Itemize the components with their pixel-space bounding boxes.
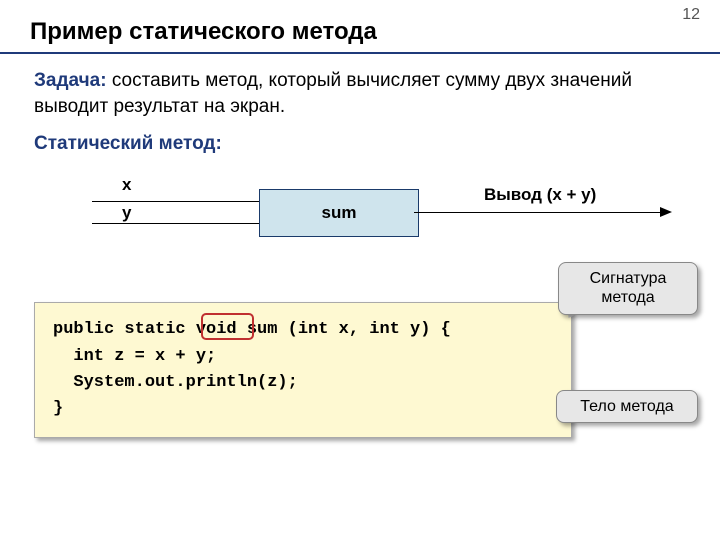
task-label: Задача: (34, 70, 107, 91)
page-title: Пример статического метода (0, 0, 720, 54)
callout-signature: Сигнатура метода (558, 262, 698, 314)
arrow-line-x (92, 201, 267, 202)
callout-body: Тело метода (556, 390, 698, 423)
input-label-x: x (122, 175, 131, 195)
static-method-label: Статический метод: (34, 133, 690, 155)
task-text: составить метод, который вычисляет сумму… (34, 70, 632, 117)
arrow-line-out (414, 212, 662, 213)
page-number: 12 (682, 6, 700, 24)
arrow-head-icon (660, 207, 672, 217)
task-block: Задача: составить метод, который вычисля… (34, 68, 690, 119)
code-area: public static void sum (int x, int y) { … (34, 302, 690, 437)
code-block: public static void sum (int x, int y) { … (34, 302, 572, 437)
sum-box: sum (259, 189, 419, 237)
content-area: Задача: составить метод, который вычисля… (0, 54, 720, 438)
input-label-y: y (122, 203, 131, 223)
arrow-line-y (92, 223, 267, 224)
diagram: x y sum Вывод (x + y) (34, 171, 690, 266)
output-label: Вывод (x + y) (484, 185, 596, 205)
